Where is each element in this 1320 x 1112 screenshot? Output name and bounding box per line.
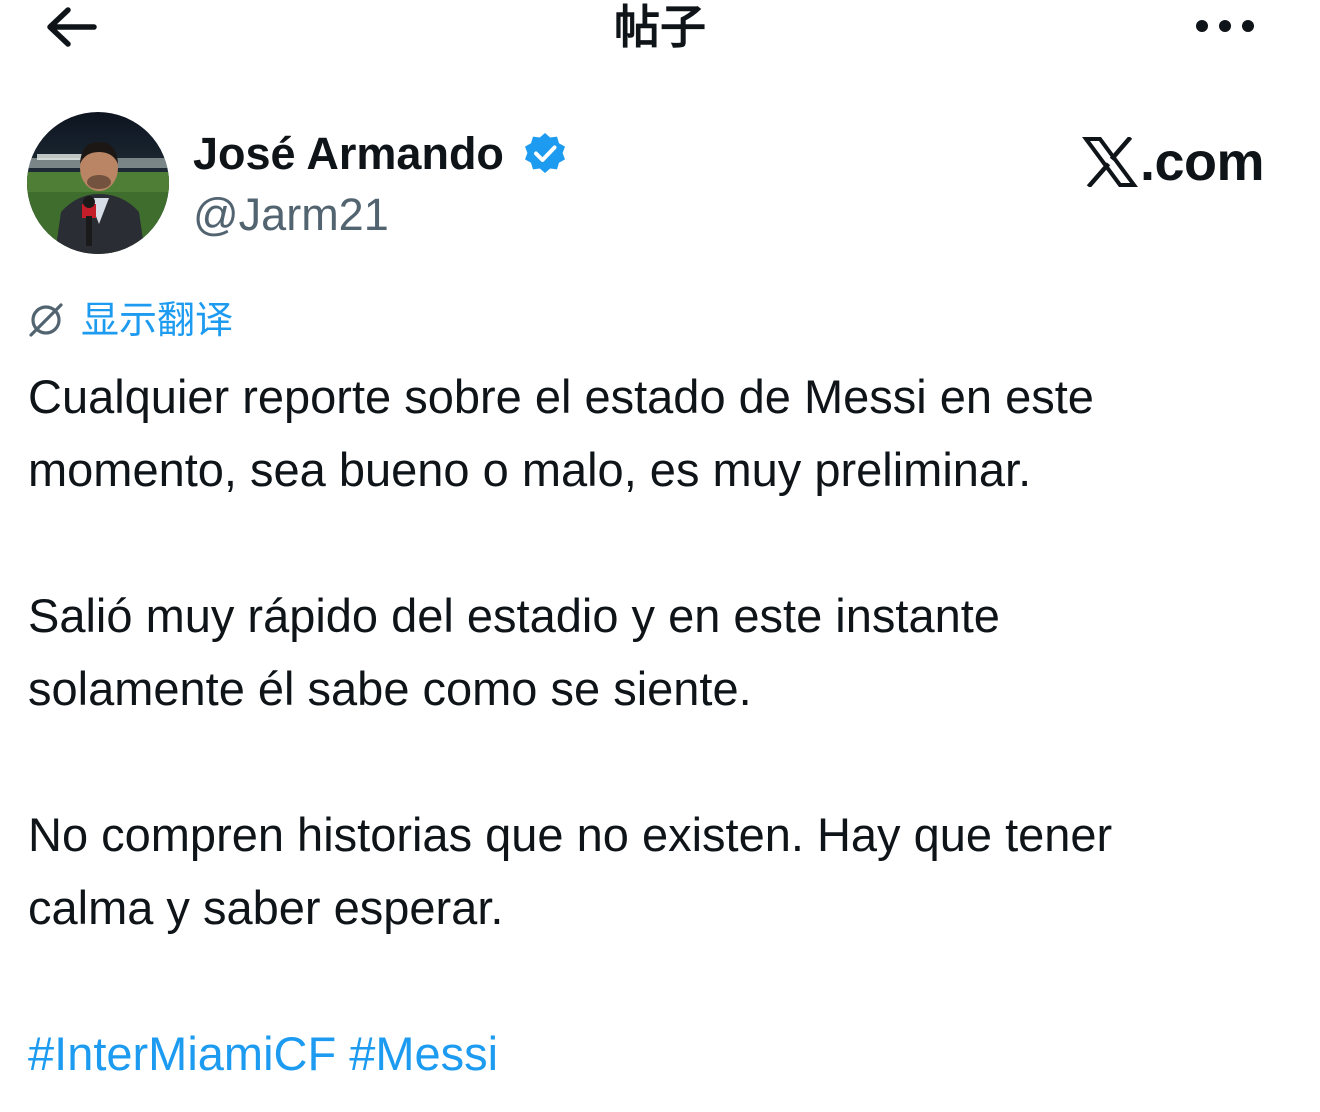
more-options-button[interactable]	[1188, 6, 1264, 46]
x-logo-icon	[1082, 137, 1138, 187]
author-name[interactable]: José Armando	[193, 126, 504, 182]
brand-watermark: .com	[1082, 132, 1265, 192]
more-horizontal-icon	[1196, 20, 1254, 32]
translate-icon	[29, 303, 63, 337]
hashtag-link[interactable]: #Messi	[349, 1027, 498, 1080]
show-translation-button[interactable]: 显示翻译	[27, 296, 233, 344]
author-handle[interactable]: @Jarm21	[193, 188, 389, 242]
verified-badge-icon	[522, 131, 568, 177]
top-bar: 帖子	[0, 0, 1320, 60]
tweet-text: Cualquier reporte sobre el estado de Mes…	[28, 360, 1298, 1090]
hashtag-link[interactable]: #InterMiamiCF	[28, 1027, 336, 1080]
page-title: 帖子	[614, 0, 706, 54]
tweet-paragraph: Cualquier reporte sobre el estado de Mes…	[28, 370, 1094, 496]
tweet-paragraph: Salió muy rápido del estadio y en este i…	[28, 589, 1000, 715]
avatar-photo	[27, 112, 169, 254]
brand-domain: .com	[1140, 132, 1265, 192]
tweet-paragraph: No compren historias que no existen. Hay…	[28, 808, 1113, 934]
hashtag-list: #InterMiamiCF #Messi	[28, 1017, 1298, 1090]
avatar[interactable]	[27, 112, 169, 254]
show-translation-label: 显示翻译	[81, 298, 234, 342]
arrow-left-icon	[47, 7, 97, 47]
back-button[interactable]	[38, 0, 104, 54]
